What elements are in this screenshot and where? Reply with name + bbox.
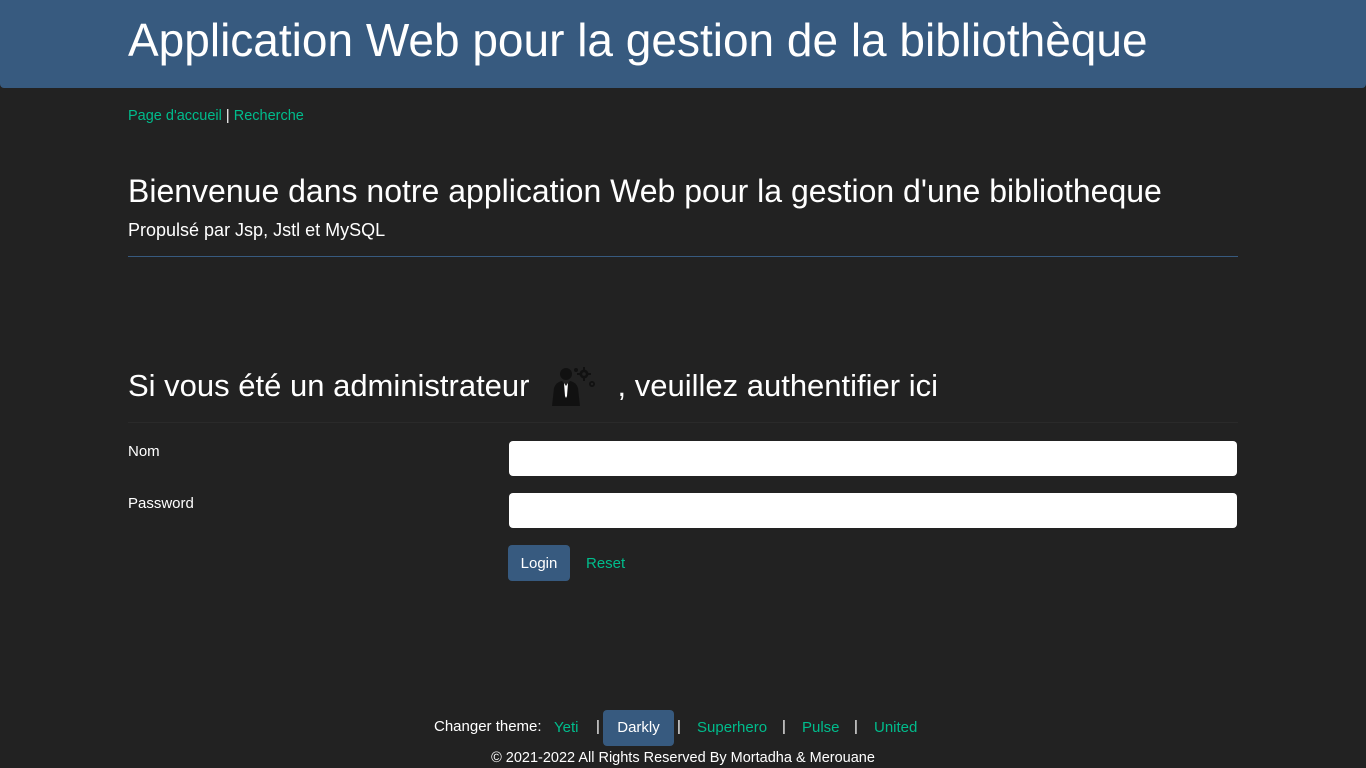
nav-links: Page d'accueil | Recherche [128, 106, 304, 126]
theme-separator: | [677, 718, 681, 735]
admin-user-gear-icon [548, 364, 596, 408]
theme-superhero[interactable]: Superhero [697, 718, 767, 738]
theme-separator: | [854, 718, 858, 735]
search-link[interactable]: Recherche [234, 108, 304, 124]
divider [128, 256, 1238, 257]
nav-separator: | [225, 108, 230, 124]
admin-heading-suffix: , veuillez authentifier ici [617, 368, 939, 403]
theme-yeti[interactable]: Yeti [554, 718, 578, 738]
login-button[interactable]: Login [508, 545, 570, 581]
admin-heading-prefix: Si vous été un administrateur [128, 368, 530, 403]
form-divider [128, 422, 1238, 423]
home-link[interactable]: Page d'accueil [128, 108, 222, 124]
password-label: Password [128, 495, 194, 512]
theme-switcher: Changer theme: Yeti | Darkly | Superhero… [0, 708, 1366, 748]
name-input[interactable] [509, 441, 1237, 476]
theme-label: Changer theme: [434, 718, 542, 735]
top-navbar: Application Web pour la gestion de la bi… [0, 0, 1366, 88]
reset-link[interactable]: Reset [586, 554, 625, 574]
name-label: Nom [128, 443, 160, 460]
welcome-title: Bienvenue dans notre application Web pou… [128, 173, 1162, 209]
theme-separator: | [782, 718, 786, 735]
password-input[interactable] [509, 493, 1237, 528]
theme-pulse[interactable]: Pulse [802, 718, 840, 738]
theme-united[interactable]: United [874, 718, 917, 738]
theme-separator: | [596, 718, 600, 735]
admin-login-heading: Si vous été un administrateur , veuillez… [128, 362, 938, 410]
copyright: © 2021-2022 All Rights Reserved By Morta… [491, 750, 875, 766]
theme-darkly[interactable]: Darkly [603, 710, 674, 746]
app-title: Application Web pour la gestion de la bi… [128, 14, 1148, 66]
welcome-subtitle: Propulsé par Jsp, Jstl et MySQL [128, 220, 386, 240]
